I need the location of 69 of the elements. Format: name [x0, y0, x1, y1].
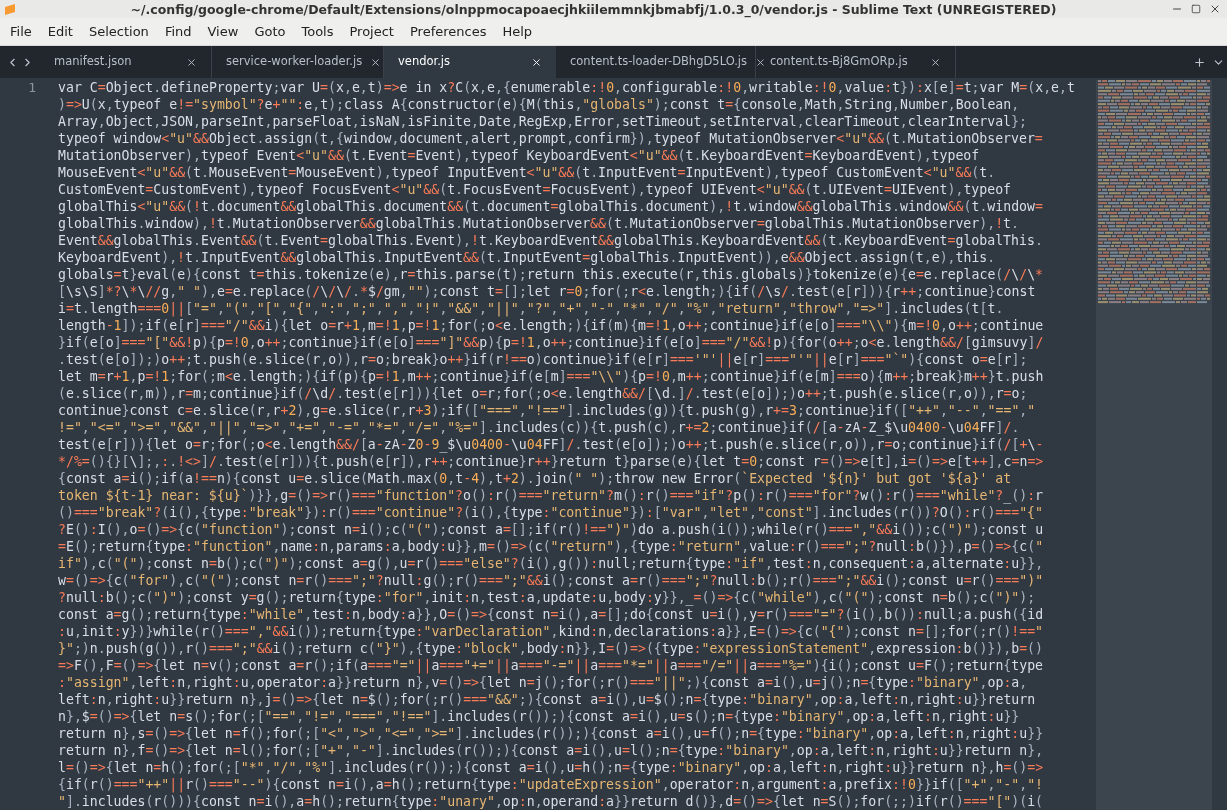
code-line: token ${t-1} near: ${u}`)}},g=()=>r()==="function"?o():r()==="return"?m():r()==="if"?p():r()==="for"?w():r()==="while"?_():r [58, 487, 1044, 504]
code-line: return n},s=()=>{let n=f();for(;["<",">","<=",">="].includes(r());){const a=i(),u=f();n={type:"binary",op:a,left:n,right:u}} [58, 725, 1044, 742]
menu-item[interactable]: View [199, 21, 247, 42]
tab-close-icon[interactable] [370, 56, 382, 68]
code-line: typeof window<"u"&&Object.assign(t,{window,document,alert,prompt,confirm}),typeof MutationObserver<"u"&&(t.MutationObserver= [58, 130, 1043, 147]
code-line: :u,init:y})}while(r()===","&&i());return{type:"varDeclaration",kind:n,declarations:a}},E=()=>{c("{");const n=[];for(;r()!==" [58, 623, 1044, 640]
code-line: KeyboardEvent),!t.InputEvent&&globalThis.InputEvent&&(t.InputEvent=globalThis.InputEvent)),e&&Object.assign(t,e),this. [58, 249, 996, 266]
code-line: globalThis.window),!t.MutationObserver&&globalThis.MutationObserver&&(t.MutationObserver=globalThis.MutationObserver),!t. [58, 215, 1019, 232]
code-line: {const a=i();if(a!==n){const u=e.slice(Math.max(0,t-4),t+2).join(" ");throw new Error(`Expected '${n}' but got '${a}' at [58, 470, 1012, 487]
code-line: }";)n.push(g()),r()===";"&&i();return c("}"),{type:"block",body:n}},I=()=>({type:"expressionStatement",expression:b()}),b=() [58, 640, 1043, 657]
code-line: Event&&globalThis.Event&&(t.Event=globalThis.Event),!t.KeyboardEvent&&globalThis.KeyboardEvent&&(t.KeyboardEvent=globalThis. [58, 232, 1043, 249]
code-line: return n},f=()=>{let n=l();for(;["+","-"].includes(r());){const a=i(),u=l();n={type:"binary",op:a,left:n,right:u}}return n}, [58, 742, 1044, 759]
code-line: n},$=()=>{let n=s();for(;["==","!=","===","!=="].includes(r());){const a=i(),u=s();n={type:"binary",op:a,left:n,right:u}} [58, 708, 1020, 725]
tab-close-icon[interactable] [186, 56, 197, 68]
code-line: i=t.length===0||["=","(","[","{",":",";",",","!","&&","||","?","+","-","*","/","%","return","throw","=>"].includes(t[t. [58, 300, 1004, 317]
code-line: =E();return{type:"function",name:n,params:a,body:u}},m=()=>(c("return"),{type:"return",value:r()===";"?null:b()}),p=()=>{c(" [58, 538, 1044, 555]
code-line: {if(r()==="++"||r()==="--"){const n=i(),a=h();return{type:"updateExpression",operator:n,argument:a,prefix:!0}}if(["+","-","! [58, 776, 1044, 793]
menu-item[interactable]: Help [494, 21, 541, 42]
code-line: test(e[r])){let o=r;for(;o<e.length&&/[a-zA-Z0-9_$\u0400-\u04FF]/.test(e[o]);)o++;t.push(e.slice(r,o)),r=o;continue}if(/[+\- [58, 436, 1044, 453]
new-tab-icon[interactable] [1193, 55, 1206, 69]
code-line: "].includes(r())){const n=i(),a=h();return{type:"unary",op:n,operand:a}}return d()},d=()=>{let n=S();for(;;)if(r()==="[")(i( [58, 793, 1044, 810]
code-line: MouseEvent<"u"&&(t.MouseEvent=MouseEvent),typeof InputEvent<"u"&&(t.InputEvent=InputEvent),typeof CustomEvent<"u"&&(t. [58, 164, 996, 181]
editor-tab[interactable]: vendor.js [384, 46, 556, 78]
code-line: ()==="break"?(i(),{type:"break"}):r()==="continue"?(i(),{type:"continue"}):["var","let","const"].includes(r())?O():r()==="{" [58, 504, 1043, 521]
code-line: [\s\S]*?\*\//g," "),e=e.replace(/\/\/.*$/gm,"");const t=[];let r=0;for(;r<e.length;){if(/\s/.test(e[r])){r++;continue}const [58, 283, 1036, 300]
editor-tab[interactable]: manifest.json [40, 46, 212, 78]
code-line: if"),c("(");const n=b();c(")");const a=g(),u=r()==="else"?(i(),g()):null;return{type:"if",test:n,consequent:a,alternate:u}}, [58, 555, 1044, 572]
code-line: !=","<=",">=","&&","||","=>","+=","-=","*=","/=","%="].includes(c)){t.push(c),r+=2;continue}if(/[a-zA-Z_$\u0400-\u04FF]/. [58, 419, 1020, 436]
code-line: )=>U(x,typeof e!="symbol"?e+"":e,t);class A{constructor(e){M(this,"globals");const t={console,Math,String,Number,Boolean, [58, 96, 1020, 113]
editor-tab[interactable]: content.ts-Bj8GmORp.js [756, 46, 956, 78]
menu-item[interactable]: Edit [39, 21, 81, 42]
code-line: CustomEvent=CustomEvent),typeof FocusEvent<"u"&&(t.FocusEvent=FocusEvent),typeof UIEvent<"u"&&(t.UIEvent=UIEvent),typeof [58, 181, 1012, 198]
tab-close-icon[interactable] [930, 56, 941, 68]
menu-item[interactable]: Selection [80, 21, 157, 42]
code-line: }if(e[o]==="["&&!p){p=!0,o++;continue}if(e[o]==="]"&&p){p=!1,o++;continue}if(e[o]==="/"&&!p){for(o++;o<e.length&&/[gimsuvy]/ [58, 334, 1044, 351]
app-logo-icon [4, 2, 16, 16]
code-line: var C=Object.defineProperty;var U=(x,e,t)=>e in x?C(x,e,{enumerable:!0,configurable:!0,writable:!0,value:t}):x[e]=t;var M=(x,e,t [58, 79, 1075, 96]
editor-tab[interactable]: content.ts-loader-DBhgD5LO.js [556, 46, 756, 78]
tab-close-icon[interactable] [755, 56, 767, 68]
menu-item[interactable]: Tools [293, 21, 342, 42]
code-line: let m=r+1,p=!1;for(;m<e.length;){if(p){p=!1,m++;continue}if(e[m]==="\\"){p=!0,m++;continue}if(e[m]===o){m++;break}m++}t.push [58, 368, 1044, 385]
menu-item[interactable]: Project [341, 21, 402, 42]
window-title: ~/.config/google-chrome/Default/Extensions/olnppmocapoaecjhkiilemmnkjbmabfj/1.0.3_0/vendor.js - Sublime Text (UNREGISTERED) [130, 2, 1057, 17]
menu-item[interactable]: Goto [246, 21, 294, 42]
code-line: ?E():I(),o=()=>{c("function");const n=i();c("(");const a=[];if(r()!==")")do a.push(i());while(r()===","&&i());c(")");const u [58, 521, 1044, 538]
code-line: length-1]);if(e[r]==="/"&&i){let o=r+1,m=!1,p=!1;for(;o<e.length;){if(m){m=!1,o++;continue}if(e[o]==="\\"){m=!0,o++;continue [58, 317, 1044, 334]
tab-close-icon[interactable] [531, 56, 542, 68]
code-line: */%=(){}[\];,:.!<>]/.test(e[r])){t.push(e[r]),r++;continue}r++}return t}parse(e){let t=0;const r=()=>e[t],i=()=>e[t++],c=n=> [58, 453, 1044, 470]
close-icon[interactable] [1209, 3, 1221, 15]
code-line: :"assign",left:n,right:u,operator:a}}return n},v=()=>{let n=j();for(;r()==="||";){const a=i(),u=j();n={type:"binary",op:a, [58, 674, 1028, 691]
code-line: globals=t}eval(e){const t=this.tokenize(e),r=this.parse(t);return this.execute(r,this.globals)}tokenize(e){e=e.replace(/\/\* [58, 266, 1044, 283]
menu-item[interactable]: Find [156, 21, 200, 42]
code-line: Array,Object,JSON,parseInt,parseFloat,isNaN,isFinite,Date,RegExp,Error,setTimeout,setInterval,clearTimeout,clearInterval}; [58, 113, 1027, 130]
minimap-drawing[interactable] [1096, 80, 1212, 306]
menu-item[interactable]: Preferences [401, 21, 495, 42]
code-line: MutationObserver),typeof Event<"u"&&(t.Event=Event),typeof KeyboardEvent<"u"&&(t.KeyboardEvent=KeyboardEvent),typeof [58, 147, 980, 164]
code-line: =>F(),F=()=>{let n=v();const a=r();if(a==="="||a==="+="||a==="-="||a==="*="||a==="/="||a==="%="){i();const u=F();return{type [58, 657, 1044, 674]
code-line: (e.slice(r,m)),r=m;continue}if(/\d/.test(e[r])){let o=r;for(;o<e.length&&/[\d.]/.test(e[o]);)o++;t.push(e.slice(r,o)),r=o; [58, 385, 1028, 402]
menu-item[interactable]: File [2, 21, 40, 42]
line-number: 1 [27, 79, 36, 96]
code-line: continue}const c=e.slice(r,r+2),g=e.slice(r,r+3);if(["===","!=="].includes(g)){t.push(g),r+=3;continue}if(["++","--","=="," [58, 402, 1036, 419]
code-line: ?null:b();c(")");const y=g();return{type:"for",init:n,test:a,update:u,body:y}},_=()=>{c("while"),c("(");const n=b();c(")"); [58, 589, 1036, 606]
code-line: left:n,right:u}}return n},j=()=>{let n=$();for(;r()==="&&";){const a=i(),u=$();n={type:"binary",op:a,left:n,right:u}}return [58, 691, 1036, 708]
code-line: l=()=>{let n=h();for(;["*","/","%"].includes(r());){const a=i(),u=h();n={type:"binary",op:a,left:n,right:u}}return n},h=()=> [58, 759, 1044, 776]
code-line: const a=g();return{type:"while",test:n,body:a}},O=()=>{const n=i(),a=[];do{const u=i(),y=r()==="="?(i(),b()):null;a.push({id [58, 606, 1044, 623]
code-line: globalThis<"u"&&(!t.document&&globalThis.document&&(t.document=globalThis.document),!t.window&&globalThis.window&&(t.window= [58, 198, 1043, 215]
maximize-icon[interactable] [1191, 4, 1201, 14]
code-line: .test(e[o]);)o++;t.push(e.slice(r,o)),r=o;break}o++}if(r!==o)continue}if(e[r]==='"'||e[r]==="'"||e[r]==="`"){const o=e[r]; [58, 351, 1028, 368]
code-line: w=()=>{c("for"),c("(");const n=r()===";"?null:g();r()===";"&&i();const a=r()===";"?null:b();r()===";"&&i();const u=r()===")" [58, 572, 1044, 589]
